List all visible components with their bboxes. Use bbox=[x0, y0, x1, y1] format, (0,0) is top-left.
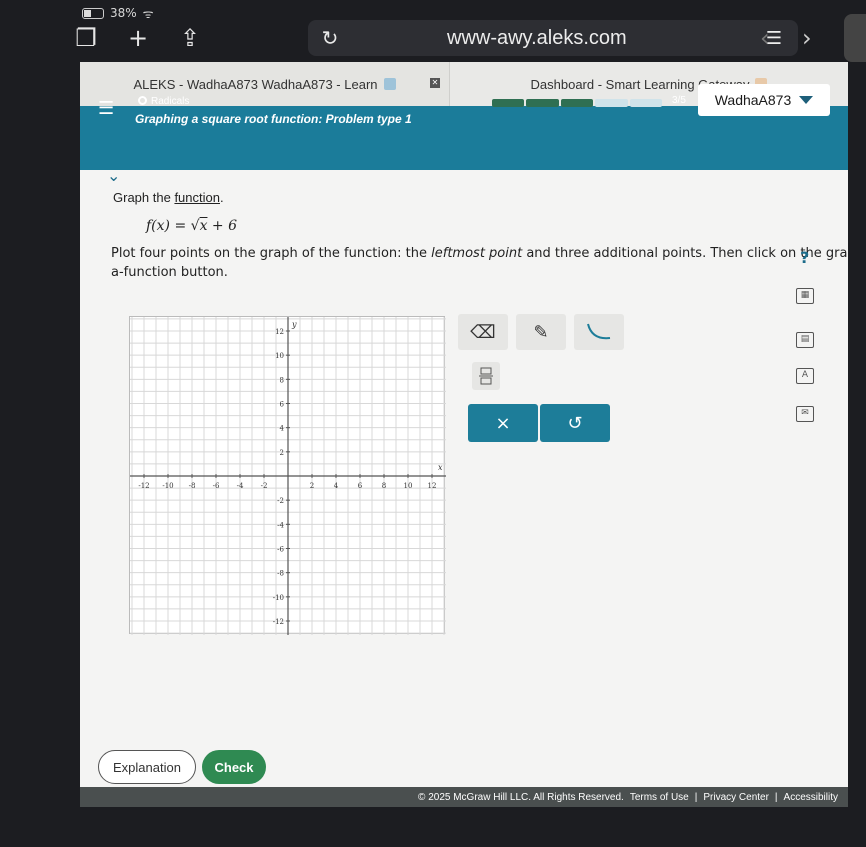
progress-segment bbox=[492, 99, 525, 107]
tabs-icon[interactable]: ❐ bbox=[60, 24, 112, 52]
curve-icon[interactable] bbox=[574, 314, 624, 350]
back-icon[interactable]: ‹ bbox=[760, 24, 770, 52]
function-formula: f(x) = √x + 6 bbox=[146, 218, 237, 234]
chevron-down-icon bbox=[799, 96, 814, 104]
curve-glyph bbox=[587, 323, 611, 340]
accessibility-link[interactable]: Accessibility bbox=[784, 792, 838, 803]
x-tick-label: -4 bbox=[237, 482, 244, 490]
forward-icon[interactable]: › bbox=[802, 24, 812, 52]
share-icon[interactable]: ⇪ bbox=[164, 24, 216, 52]
y-axis-label: y bbox=[291, 320, 297, 329]
footer-sep: | bbox=[694, 791, 698, 803]
sqrt-symbol: √ bbox=[190, 218, 200, 234]
reload-icon[interactable]: ↻ bbox=[308, 26, 352, 50]
y-tick-label: 12 bbox=[275, 328, 284, 336]
x-tick-label: -10 bbox=[162, 482, 173, 490]
x-tick-label: 8 bbox=[382, 482, 386, 490]
y-tick-label: 10 bbox=[275, 352, 284, 360]
y-tick-label: -4 bbox=[277, 521, 284, 529]
y-tick-label: -8 bbox=[277, 570, 284, 578]
user-menu-button[interactable]: WadhaA873 bbox=[698, 84, 830, 116]
fraction-glyph bbox=[479, 367, 493, 385]
intro-prefix: Graph the bbox=[113, 190, 175, 205]
coordinate-grid[interactable]: -12 -10 -8 -6 -4 -2 2 4 6 8 10 12 12 10 8 6 4 2 -2 -4 -6 -8 -1… bbox=[130, 317, 446, 635]
pencil-icon[interactable]: ✎ bbox=[516, 314, 566, 350]
web-page: ALEKS - WadhaA873 WadhaA873 - Learn ✕ Da… bbox=[80, 62, 848, 807]
progress-label: 3/5 bbox=[672, 95, 686, 106]
x-tick-label: -2 bbox=[261, 482, 268, 490]
x-axis-label: x bbox=[438, 463, 443, 472]
check-button[interactable]: Check bbox=[202, 750, 266, 784]
user-name: WadhaA873 bbox=[714, 92, 792, 108]
question-intro: Graph the function. bbox=[113, 190, 224, 205]
url-text[interactable]: www-awy.aleks.com bbox=[447, 27, 627, 50]
undo-button[interactable]: ↺ bbox=[540, 404, 610, 442]
y-tick-label: -2 bbox=[277, 497, 284, 505]
fraction-icon[interactable] bbox=[472, 362, 500, 390]
copyright: © 2025 McGraw Hill LLC. All Rights Reser… bbox=[418, 791, 624, 803]
instr-part2: and three additional points. Then click … bbox=[522, 246, 848, 261]
tab-edge bbox=[844, 14, 866, 62]
y-tick-label: -12 bbox=[273, 618, 284, 626]
collapse-chevron-icon[interactable]: ⌄ bbox=[107, 166, 120, 185]
x-tick-label: 4 bbox=[334, 482, 339, 490]
x-tick-label: 10 bbox=[404, 482, 413, 490]
intro-suffix: . bbox=[219, 190, 224, 205]
mail-icon[interactable]: ✉ bbox=[796, 406, 814, 422]
formula-lhs: f(x) = bbox=[146, 218, 191, 234]
browser-toolbar: ❐ + ⇪ ↻ www-awy.aleks.com ☰ ‹ › bbox=[60, 14, 866, 62]
dictionary-icon[interactable]: A bbox=[796, 368, 814, 384]
progress-segment bbox=[629, 99, 663, 107]
progress-segment bbox=[560, 99, 594, 107]
x-tick-label: -8 bbox=[189, 482, 196, 490]
address-bar[interactable]: ↻ www-awy.aleks.com ☰ bbox=[308, 20, 798, 56]
problem-title: Graphing a square root function: Problem… bbox=[135, 112, 412, 126]
topic-text: Radicals bbox=[151, 96, 190, 107]
y-tick-label: 6 bbox=[280, 401, 285, 409]
menu-icon[interactable]: ☰ bbox=[98, 98, 114, 119]
help-icon[interactable]: ? bbox=[800, 248, 809, 267]
explanation-button[interactable]: Explanation bbox=[98, 750, 196, 784]
clear-button[interactable]: × bbox=[468, 404, 538, 442]
x-tick-label: -12 bbox=[138, 482, 149, 490]
new-tab-icon[interactable]: + bbox=[112, 24, 164, 52]
graph-panel[interactable]: -12 -10 -8 -6 -4 -2 2 4 6 8 10 12 12 10 8 6 4 2 -2 -4 -6 -8 -1… bbox=[129, 316, 446, 635]
privacy-link[interactable]: Privacy Center bbox=[703, 792, 769, 803]
y-tick-label: 4 bbox=[280, 425, 285, 433]
x-tick-label: -6 bbox=[213, 482, 220, 490]
topic-ring-icon bbox=[138, 96, 147, 105]
y-tick-label: -6 bbox=[277, 546, 284, 554]
terms-link[interactable]: Terms of Use bbox=[630, 792, 689, 803]
instr-line2: a-function button. bbox=[111, 265, 228, 280]
instr-part1: Plot four points on the graph of the fun… bbox=[111, 246, 432, 261]
x-tick-label: 6 bbox=[358, 482, 363, 490]
instructions: Plot four points on the graph of the fun… bbox=[111, 244, 848, 282]
y-tick-label: 8 bbox=[280, 376, 284, 384]
footer: © 2025 McGraw Hill LLC. All Rights Reser… bbox=[80, 787, 848, 807]
y-tick-label: 2 bbox=[280, 449, 284, 457]
progress-segment bbox=[526, 99, 559, 107]
footer-sep: | bbox=[774, 791, 778, 803]
calculator-icon[interactable]: ▦ bbox=[796, 288, 814, 304]
function-link[interactable]: function bbox=[174, 190, 220, 205]
x-tick-label: 12 bbox=[428, 482, 437, 490]
y-tick-label: -10 bbox=[273, 594, 284, 602]
topic-label: Radicals bbox=[138, 96, 189, 107]
x-tick-label: 2 bbox=[310, 482, 314, 490]
eraser-icon[interactable]: ⌫ bbox=[458, 314, 508, 350]
formula-rhs: + 6 bbox=[207, 218, 238, 234]
instr-emphasis: leftmost point bbox=[431, 246, 523, 261]
progress-bar bbox=[492, 99, 663, 107]
progress-segment bbox=[595, 99, 628, 107]
table-icon[interactable]: ▤ bbox=[796, 332, 814, 348]
